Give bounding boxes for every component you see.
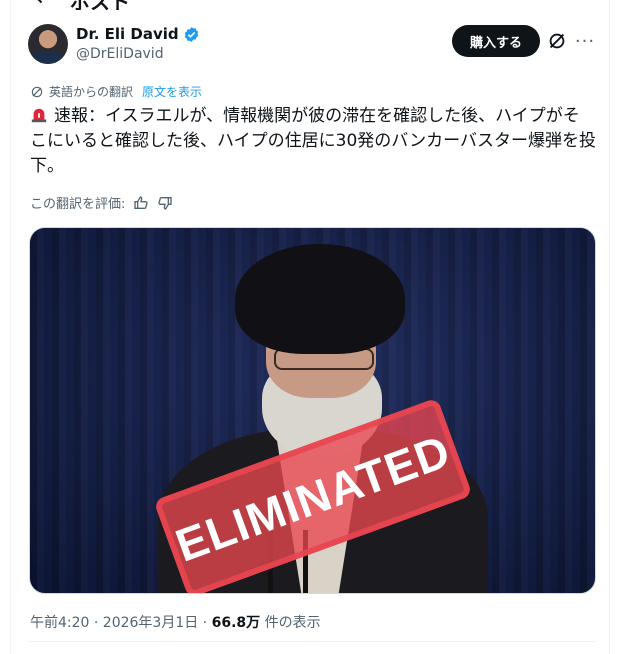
author-handle[interactable]: @DrEliDavid bbox=[76, 46, 164, 62]
thumbs-up-icon[interactable] bbox=[133, 195, 149, 211]
rate-label: この翻訳を評価: bbox=[30, 197, 126, 212]
column-border-right bbox=[609, 0, 610, 654]
back-arrow-icon[interactable]: ← bbox=[36, 0, 53, 10]
rate-translation: この翻訳を評価: bbox=[30, 193, 173, 212]
siren-emoji-icon bbox=[31, 108, 47, 123]
tweet-text: 速報：イスラエルが、情報機関が彼の滞在を確認した後、ハイプがそこにいると確認した… bbox=[30, 104, 596, 179]
thumbs-down-icon[interactable] bbox=[157, 195, 173, 211]
avatar[interactable] bbox=[28, 24, 68, 64]
author-name-row: Dr. Eli David bbox=[76, 25, 200, 43]
divider bbox=[28, 641, 596, 642]
grok-icon[interactable] bbox=[546, 30, 568, 52]
translate-icon bbox=[31, 86, 43, 97]
more-options-icon[interactable]: ··· bbox=[574, 30, 596, 52]
tweet-metadata: 午前4:20 · 2026年3月1日 · 66.8万 件の表示 bbox=[30, 612, 321, 632]
verified-badge-icon[interactable] bbox=[183, 26, 200, 43]
tweet-media-image[interactable]: ELIMINATED bbox=[29, 227, 596, 594]
column-border-left bbox=[10, 0, 11, 654]
tweet-timestamp[interactable]: 午前4:20 · 2026年3月1日 · bbox=[30, 615, 212, 631]
show-original-link[interactable]: 原文を表示 bbox=[142, 83, 202, 100]
views-suffix: 件の表示 bbox=[260, 615, 321, 631]
figure-turban bbox=[235, 244, 405, 354]
page-header: ← ポスト bbox=[0, 0, 636, 10]
subscribe-button[interactable]: 購入する bbox=[452, 25, 540, 57]
tweet-body: 速報：イスラエルが、情報機関が彼の滞在を確認した後、ハイプがそこにいると確認した… bbox=[30, 106, 596, 176]
view-count: 66.8万 bbox=[211, 615, 261, 631]
author-name[interactable]: Dr. Eli David bbox=[76, 25, 179, 43]
page-title: ポスト bbox=[70, 0, 130, 10]
translation-notice: 英語からの翻訳 原文を表示 bbox=[30, 83, 202, 100]
translation-label: 英語からの翻訳 bbox=[49, 85, 134, 99]
